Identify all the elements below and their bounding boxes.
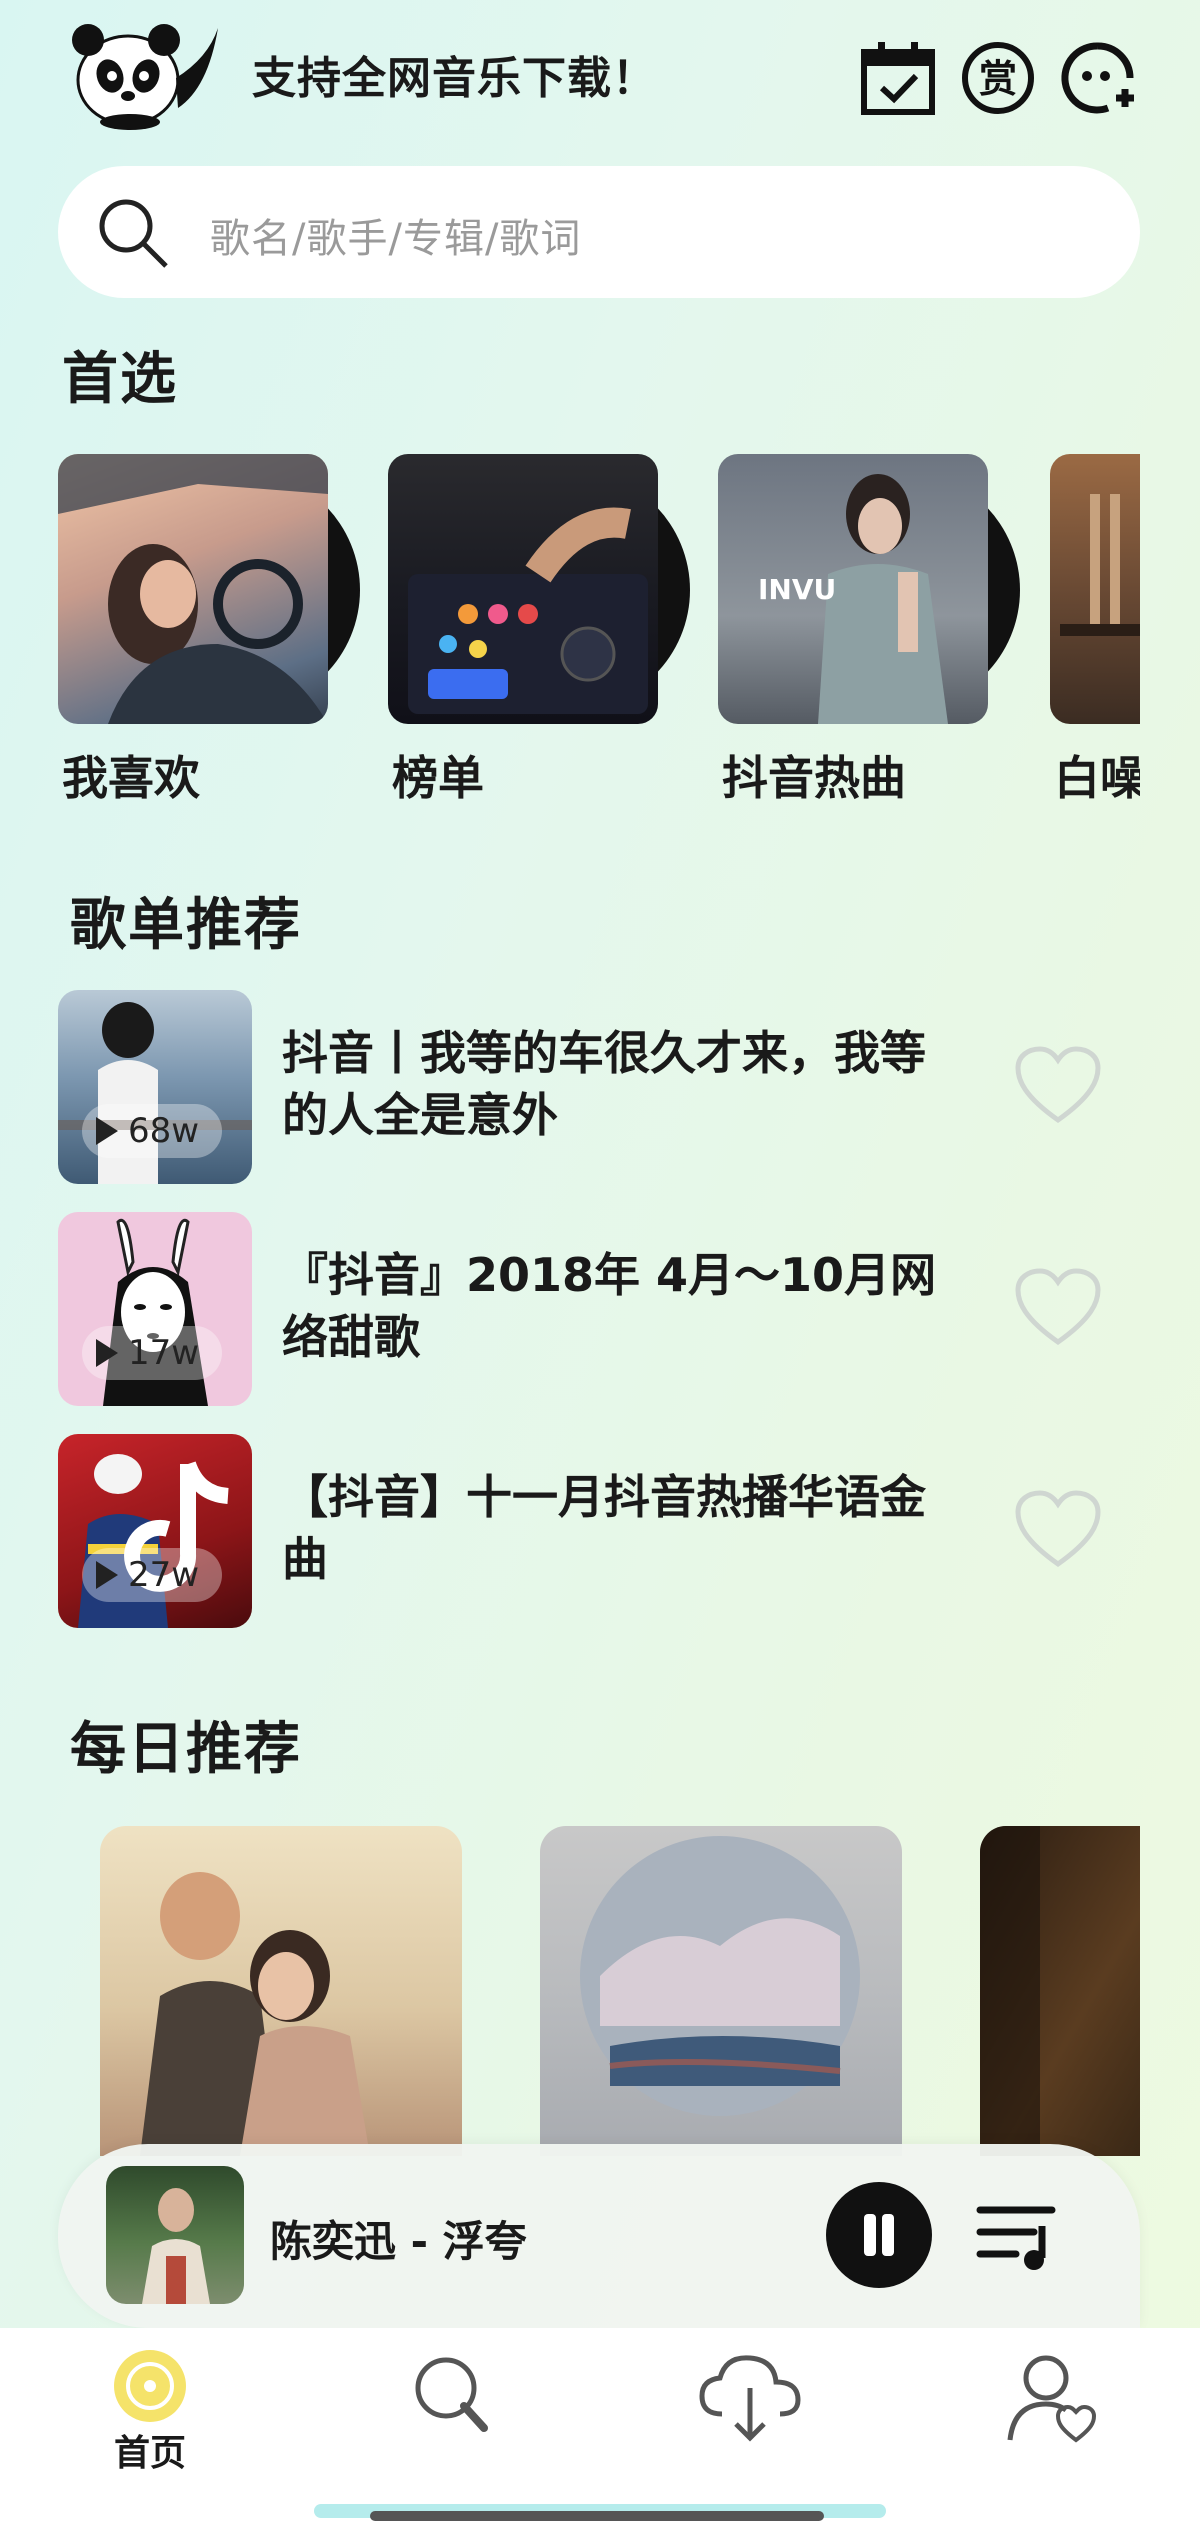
play-icon	[96, 1561, 118, 1589]
playlist-queue-icon[interactable]	[976, 2196, 1056, 2276]
search-icon[interactable]	[380, 2348, 520, 2478]
play-count-value: 68w	[128, 1111, 200, 1151]
playlist-section-title: 歌单推荐	[70, 893, 302, 958]
featured-label[interactable]: 我喜欢	[62, 742, 200, 808]
play-count-value: 17w	[128, 1333, 200, 1373]
play-count: 17w	[82, 1326, 222, 1380]
play-count: 68w	[82, 1104, 222, 1158]
play-icon	[96, 1117, 118, 1145]
playlist-title[interactable]: 抖音丨我等的车很久才来，我等的人全是意外	[282, 1022, 942, 1146]
featured-card-white-noise[interactable]	[1050, 454, 1140, 724]
panda-logo-icon	[58, 18, 226, 130]
featured-label[interactable]: 榜单	[392, 742, 484, 808]
now-playing-cover[interactable]	[106, 2166, 244, 2304]
featured-card-favorites[interactable]	[58, 454, 328, 724]
play-count-value: 27w	[128, 1555, 200, 1595]
heart-icon[interactable]	[1014, 1490, 1102, 1570]
daily-card[interactable]	[980, 1826, 1140, 2156]
app-title: 支持全网音乐下载！	[252, 53, 657, 104]
featured-label[interactable]: 白噪	[1054, 742, 1140, 808]
play-icon	[96, 1339, 118, 1367]
svg-text:赏: 赏	[979, 57, 1017, 101]
home-indicator[interactable]	[370, 2511, 824, 2521]
calendar-check-icon[interactable]	[860, 40, 936, 116]
add-friend-icon[interactable]	[1060, 40, 1136, 116]
profile-heart-icon[interactable]	[980, 2348, 1120, 2478]
daily-section-title: 每日推荐	[70, 1717, 302, 1782]
heart-icon[interactable]	[1014, 1268, 1102, 1348]
featured-card-charts[interactable]	[388, 454, 658, 724]
playlist-title[interactable]: 【抖音】十一月抖音热播华语金曲	[282, 1466, 942, 1590]
featured-label[interactable]: 抖音热曲	[722, 742, 906, 808]
featured-card-douyin-hits[interactable]: INVU	[718, 454, 988, 724]
featured-section-title: 首选	[62, 347, 178, 412]
daily-card[interactable]	[100, 1826, 462, 2156]
search-placeholder[interactable]: 歌名/歌手/专辑/歌词	[210, 206, 581, 264]
search-icon[interactable]	[96, 196, 170, 270]
daily-card[interactable]	[540, 1826, 902, 2156]
pause-button[interactable]	[826, 2182, 932, 2288]
playlist-title[interactable]: 『抖音』2018年 4月～10月网络甜歌	[282, 1244, 942, 1368]
svg-text:INVU: INVU	[758, 573, 836, 606]
play-count: 27w	[82, 1548, 222, 1602]
cloud-download-icon[interactable]	[680, 2348, 820, 2478]
heart-icon[interactable]	[1014, 1046, 1102, 1126]
nav-home-label[interactable]: 首页	[100, 2424, 200, 2476]
reward-icon[interactable]: 赏	[960, 40, 1036, 116]
now-playing-title[interactable]: 陈奕迅 - 浮夸	[270, 2208, 527, 2269]
